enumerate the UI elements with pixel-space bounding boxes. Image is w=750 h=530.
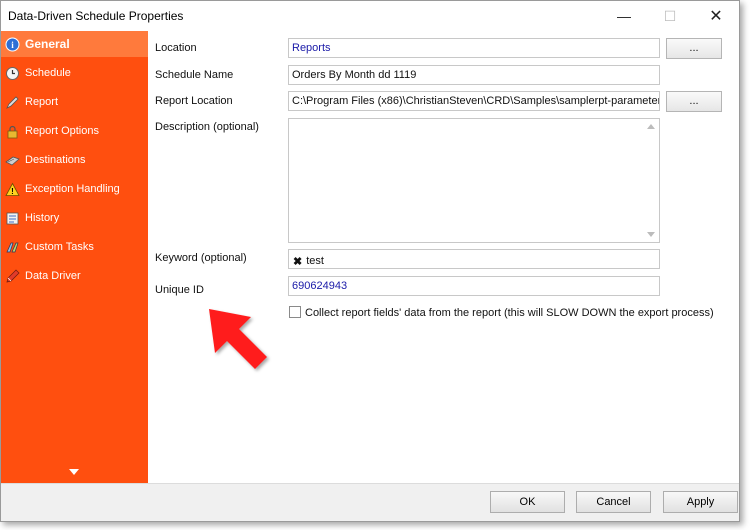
tasks-icon — [4, 239, 20, 255]
title-bar: Data-Driven Schedule Properties — ☐ ✕ — [1, 1, 739, 31]
schedule-name-label: Schedule Name — [155, 69, 234, 81]
sidebar-item-label: Report — [25, 96, 59, 108]
sidebar-item-custom-tasks[interactable]: Custom Tasks — [1, 234, 148, 260]
keyword-label: Keyword (optional) — [155, 252, 247, 264]
unique-id-label: Unique ID — [155, 284, 204, 296]
sidebar-item-label: Report Options — [25, 125, 99, 137]
apply-button[interactable]: Apply — [663, 491, 738, 513]
sidebar-item-label: Custom Tasks — [25, 241, 94, 253]
pencil-icon — [4, 94, 20, 110]
properties-dialog: Data-Driven Schedule Properties — ☐ ✕ i … — [0, 0, 740, 522]
sidebar-item-destinations[interactable]: Destinations — [1, 147, 148, 173]
sidebar-scroll-down-icon[interactable] — [69, 469, 79, 475]
sidebar-item-data-driver[interactable]: Data Driver — [1, 263, 148, 289]
collect-fields-label: Collect report fields' data from the rep… — [305, 307, 714, 319]
warning-icon: ! — [4, 181, 20, 197]
sidebar-item-label: General — [25, 37, 70, 51]
description-textarea[interactable] — [288, 118, 660, 243]
minimize-button[interactable]: — — [601, 1, 647, 31]
sidebar-item-report[interactable]: Report — [1, 89, 148, 115]
unique-id-field[interactable]: 690624943 — [288, 276, 660, 296]
data-driver-icon — [4, 268, 20, 284]
scroll-up-icon[interactable] — [647, 124, 655, 129]
description-label: Description (optional) — [155, 121, 259, 133]
keyword-token-label: test — [306, 255, 324, 267]
collect-fields-checkbox[interactable] — [289, 306, 301, 318]
annotation-arrow-icon — [209, 309, 267, 369]
window-title: Data-Driven Schedule Properties — [8, 9, 184, 23]
lock-icon — [4, 123, 20, 139]
keyword-token[interactable]: ✖ test — [293, 254, 324, 268]
svg-text:!: ! — [11, 187, 14, 196]
sidebar-item-schedule[interactable]: Schedule — [1, 60, 148, 86]
sidebar-item-label: Data Driver — [25, 270, 81, 282]
sidebar-item-label: Schedule — [25, 67, 71, 79]
maximize-button[interactable]: ☐ — [647, 1, 693, 31]
history-icon — [4, 210, 20, 226]
close-button[interactable]: ✕ — [693, 1, 739, 31]
description-scrollbar[interactable] — [644, 120, 658, 241]
sidebar-item-history[interactable]: History — [1, 205, 148, 231]
info-icon: i — [4, 36, 20, 52]
scroll-down-icon[interactable] — [647, 232, 655, 237]
sidebar-item-label: History — [25, 212, 60, 224]
report-location-field[interactable]: C:\Program Files (x86)\ChristianSteven\C… — [288, 91, 660, 111]
destination-icon — [4, 152, 20, 168]
sidebar-item-report-options[interactable]: Report Options — [1, 118, 148, 144]
keyword-field[interactable] — [288, 249, 660, 269]
sidebar-item-exception-handling[interactable]: ! Exception Handling — [1, 176, 148, 202]
clock-icon — [4, 65, 20, 81]
location-field[interactable]: Reports — [288, 38, 660, 58]
sidebar-item-general[interactable]: i General — [1, 31, 148, 57]
schedule-name-field[interactable]: Orders By Month dd 1119 — [288, 65, 660, 85]
ok-button[interactable]: OK — [490, 491, 565, 513]
location-label: Location — [155, 42, 197, 54]
sidebar-nav: i General Schedule Report Report Options — [1, 31, 148, 483]
report-location-browse-button[interactable]: ... — [666, 91, 722, 112]
remove-token-icon[interactable]: ✖ — [293, 255, 302, 268]
sidebar-item-label: Destinations — [25, 154, 86, 166]
sidebar-item-label: Exception Handling — [25, 183, 120, 195]
location-browse-button[interactable]: ... — [666, 38, 722, 59]
cancel-button[interactable]: Cancel — [576, 491, 651, 513]
report-location-label: Report Location — [155, 95, 233, 107]
